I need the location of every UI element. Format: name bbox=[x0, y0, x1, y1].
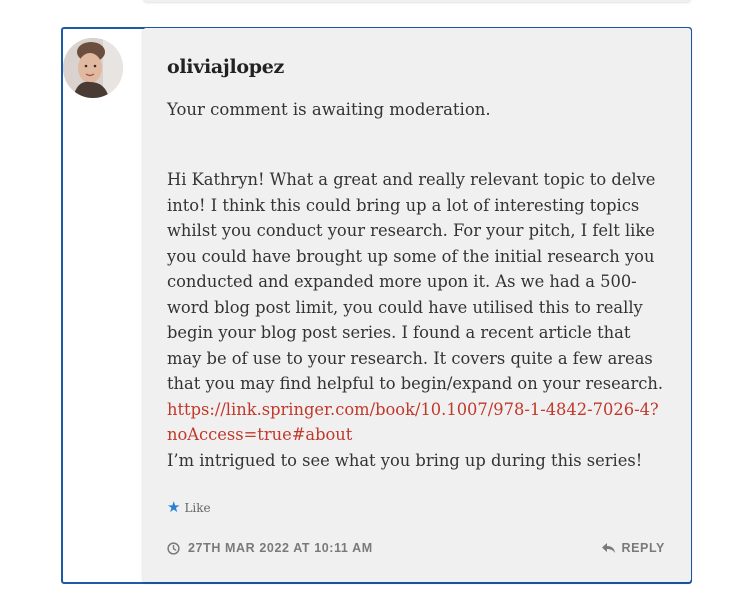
comment-timestamp[interactable]: 27TH MAR 2022 AT 10:11 AM bbox=[167, 541, 373, 555]
reply-button[interactable]: REPLY bbox=[601, 541, 665, 555]
like-label: Like bbox=[184, 500, 211, 515]
reply-arrow-icon bbox=[601, 542, 616, 554]
comment-author[interactable]: oliviajlopez bbox=[167, 56, 284, 78]
clock-icon bbox=[167, 541, 180, 555]
previous-comment-card bbox=[143, 0, 691, 2]
like-button[interactable]: ★ Like bbox=[167, 500, 211, 515]
moderation-notice: Your comment is awaiting moderation. bbox=[167, 100, 491, 119]
star-icon: ★ bbox=[167, 498, 181, 516]
avatar[interactable] bbox=[63, 38, 123, 98]
timestamp-label: 27TH MAR 2022 AT 10:11 AM bbox=[188, 541, 373, 555]
comment-link[interactable]: https://link.springer.com/book/10.1007/9… bbox=[167, 397, 667, 448]
reply-label: REPLY bbox=[621, 541, 665, 555]
comment-closing: I’m intrigued to see what you bring up d… bbox=[167, 450, 643, 470]
comment-body: Hi Kathryn! What a great and really rele… bbox=[167, 167, 667, 473]
comment-text: Hi Kathryn! What a great and really rele… bbox=[167, 170, 664, 393]
